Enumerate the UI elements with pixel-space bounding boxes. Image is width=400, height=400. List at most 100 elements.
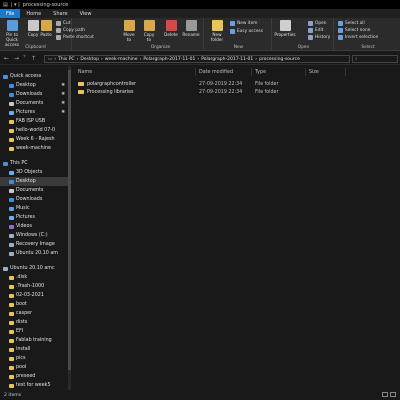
breadcrumb-polargraph-1[interactable]: Polargraph-2017-11-01 xyxy=(143,57,195,62)
tab-share[interactable]: Share xyxy=(47,9,73,18)
nav-usb-fablab-training[interactable]: Fablab training xyxy=(0,336,68,345)
up-arrow-icon[interactable]: ↑ xyxy=(31,55,36,62)
folder-icon xyxy=(9,119,14,124)
select-group: Select all Select none Invert selection … xyxy=(336,18,400,51)
column-header-type[interactable]: Type xyxy=(252,68,306,76)
nav-pc-music[interactable]: Music xyxy=(0,204,68,213)
search-input[interactable]: ⌕ xyxy=(352,55,398,63)
nav-pc-videos[interactable]: Videos xyxy=(0,222,68,231)
select-all-icon xyxy=(338,20,343,26)
nav-item-downloads[interactable]: Downloads ✱ xyxy=(0,90,68,99)
cut-button[interactable]: Cut xyxy=(56,20,70,26)
copy-to-button[interactable]: Copy to xyxy=(138,20,160,42)
nav-usb-boot[interactable]: boot xyxy=(0,300,68,309)
nav-usb-install[interactable]: install xyxy=(0,345,68,354)
nav-pc-3d-objects[interactable]: 3D Objects xyxy=(0,168,68,177)
quick-access-toolbar[interactable]: | ▾ | xyxy=(11,2,20,8)
breadcrumb-this-pc[interactable]: This PC xyxy=(58,57,74,62)
delete-icon xyxy=(165,20,177,31)
folder-icon xyxy=(78,89,84,95)
file-name: polargraphcontroller xyxy=(87,81,137,87)
nav-usb-casper[interactable]: casper xyxy=(0,309,68,318)
nav-this-pc[interactable]: This PC xyxy=(0,159,68,168)
nav-pc-ubuntu[interactable]: Ubuntu 20.10 am xyxy=(0,249,68,258)
easy-access-button[interactable]: Easy access xyxy=(230,28,263,34)
file-type: File folder xyxy=(255,89,279,95)
breadcrumb-polargraph-2[interactable]: Polargraph-2017-11-01 xyxy=(201,57,253,62)
breadcrumb-processing-source[interactable]: processing-source xyxy=(259,57,300,62)
nav-pc-windows-c[interactable]: Windows (C:) xyxy=(0,231,68,240)
select-all-button[interactable]: Select all xyxy=(338,20,365,26)
nav-usb-efi[interactable]: EFI xyxy=(0,327,68,336)
nav-pc-pictures[interactable]: Pictures xyxy=(0,213,68,222)
new-folder-button[interactable]: New folder xyxy=(206,20,228,42)
details-view-icon[interactable] xyxy=(382,392,388,397)
nav-usb-trash[interactable]: .Trash-1000 xyxy=(0,282,68,291)
open-icon xyxy=(308,20,313,26)
column-header-size[interactable]: Size xyxy=(306,68,346,76)
download-icon xyxy=(9,92,14,97)
folder-icon xyxy=(9,320,14,325)
folder-icon xyxy=(9,284,14,289)
nav-pc-documents[interactable]: Documents xyxy=(0,186,68,195)
nav-item-pictures[interactable]: Pictures ✱ xyxy=(0,108,68,117)
folder-icon xyxy=(9,293,14,298)
nav-item-hello-world[interactable]: hello-world 07-0 xyxy=(0,126,68,135)
nav-item-documents[interactable]: Documents ✱ xyxy=(0,99,68,108)
invert-selection-button[interactable]: Invert selection xyxy=(338,34,378,40)
tab-file[interactable]: File xyxy=(0,9,21,18)
paste-button[interactable]: Paste xyxy=(38,20,54,37)
nav-pc-downloads[interactable]: Downloads xyxy=(0,195,68,204)
nav-usb-drive[interactable]: Ubuntu 20.10 amc xyxy=(0,264,68,273)
nav-item-week-6[interactable]: Week 6 - Rajesh xyxy=(0,135,68,144)
desktop-icon xyxy=(9,83,14,88)
nav-pc-desktop[interactable]: Desktop xyxy=(0,177,68,186)
column-header-name[interactable]: Name xyxy=(72,68,196,76)
nav-scrollbar-thumb[interactable] xyxy=(68,70,71,370)
pin-icon: ✱ xyxy=(61,110,65,115)
music-icon xyxy=(9,206,14,211)
cube-icon xyxy=(9,170,14,175)
breadcrumb-week-machine[interactable]: week-machine xyxy=(105,57,138,62)
new-item-button[interactable]: New item xyxy=(230,20,257,26)
delete-button[interactable]: Delete xyxy=(160,20,182,37)
nav-item-fab-isp-usb[interactable]: FAB ISP USB xyxy=(0,117,68,126)
nav-usb-disk[interactable]: .disk xyxy=(0,273,68,282)
nav-usb-02-03-2021[interactable]: 02-03-2021 xyxy=(0,291,68,300)
nav-usb-test-for-week5[interactable]: test for week5 xyxy=(0,381,68,390)
nav-pc-recovery-image[interactable]: Recovery Image xyxy=(0,240,68,249)
nav-usb-pics[interactable]: pics xyxy=(0,354,68,363)
recent-chevron-icon[interactable]: ˅ xyxy=(23,55,26,62)
file-list-pane: Name Date modified Type Size polargraphc… xyxy=(72,66,400,390)
move-to-button[interactable]: Move to xyxy=(118,20,140,42)
nav-usb-dists[interactable]: dists xyxy=(0,318,68,327)
nav-item-week-machine[interactable]: week-machine xyxy=(0,144,68,153)
column-header-date[interactable]: Date modified xyxy=(196,68,252,76)
large-icons-view-icon[interactable] xyxy=(390,392,396,397)
desktop-icon xyxy=(9,179,14,184)
nav-quick-access[interactable]: Quick access xyxy=(0,72,68,81)
back-arrow-icon[interactable]: ← xyxy=(4,55,9,62)
file-date: 27-09-2019 22:34 xyxy=(199,81,243,87)
star-icon xyxy=(3,74,8,79)
folder-icon xyxy=(9,365,14,370)
forward-arrow-icon[interactable]: → xyxy=(14,55,19,62)
open-button[interactable]: Open xyxy=(308,20,326,26)
copy-path-button[interactable]: Copy path xyxy=(56,27,85,33)
breadcrumb-desktop[interactable]: Desktop xyxy=(80,57,99,62)
tab-home[interactable]: Home xyxy=(20,9,47,18)
nav-usb-preseed[interactable]: preseed xyxy=(0,372,68,381)
pin-quick-access-button[interactable]: Pin to Quick access xyxy=(1,20,23,47)
history-button[interactable]: History xyxy=(308,34,330,40)
nav-item-desktop[interactable]: Desktop ✱ xyxy=(0,81,68,90)
paste-shortcut-button[interactable]: Paste shortcut xyxy=(56,34,94,40)
file-row[interactable]: Processing libraries 27-09-2019 22:34 Fi… xyxy=(72,88,400,96)
tab-view[interactable]: View xyxy=(74,9,98,18)
rename-button[interactable]: Rename xyxy=(180,20,202,37)
edit-button[interactable]: Edit xyxy=(308,27,323,33)
select-none-button[interactable]: Select none xyxy=(338,27,370,33)
nav-usb-pool[interactable]: pool xyxy=(0,363,68,372)
properties-button[interactable]: Properties xyxy=(274,20,296,37)
file-row[interactable]: polargraphcontroller 27-09-2019 22:34 Fi… xyxy=(72,80,400,88)
address-bar[interactable]: ▭ › This PC › Desktop › week-machine › Polar… xyxy=(44,55,350,63)
